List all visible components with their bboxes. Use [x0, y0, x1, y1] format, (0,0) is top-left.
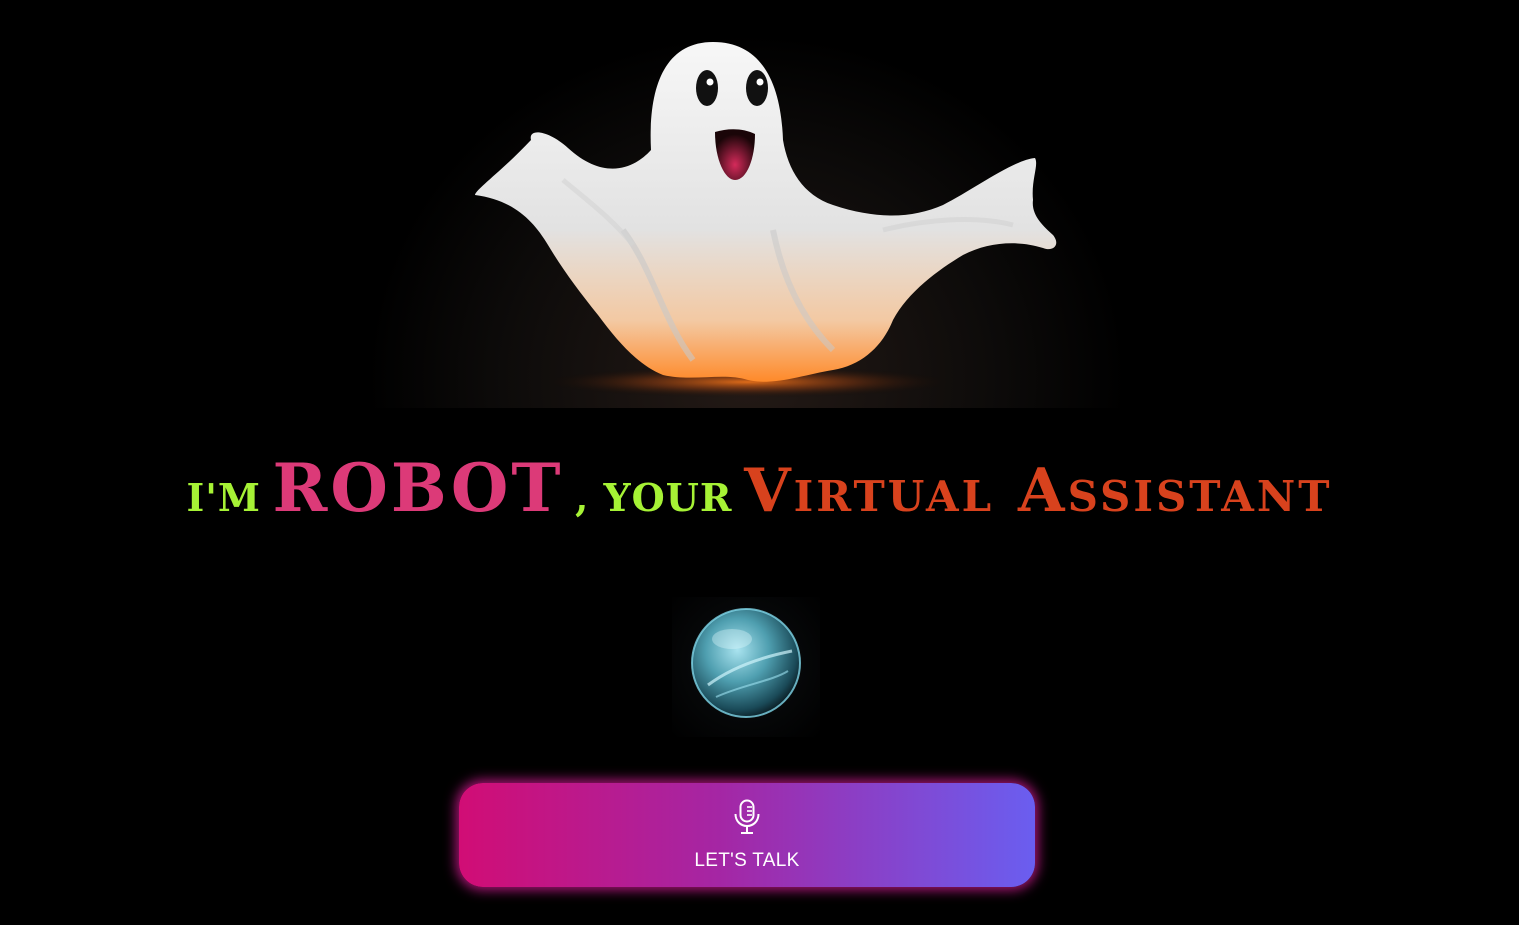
- assistant-name: ROBOT: [272, 449, 564, 527]
- headline-middle: , YOUR: [575, 475, 733, 520]
- voice-orb-icon: [672, 597, 820, 737]
- headline: I'M ROBOT , YOUR Virtual Assistant: [0, 455, 1519, 521]
- ghost-hero-image: [363, 30, 1131, 408]
- headline-prefix: I'M: [186, 475, 261, 520]
- lets-talk-button[interactable]: LET'S TALK: [459, 783, 1035, 887]
- lets-talk-label: LET'S TALK: [694, 850, 800, 871]
- assistant-role: Virtual Assistant: [744, 456, 1333, 526]
- microphone-icon: [734, 799, 760, 834]
